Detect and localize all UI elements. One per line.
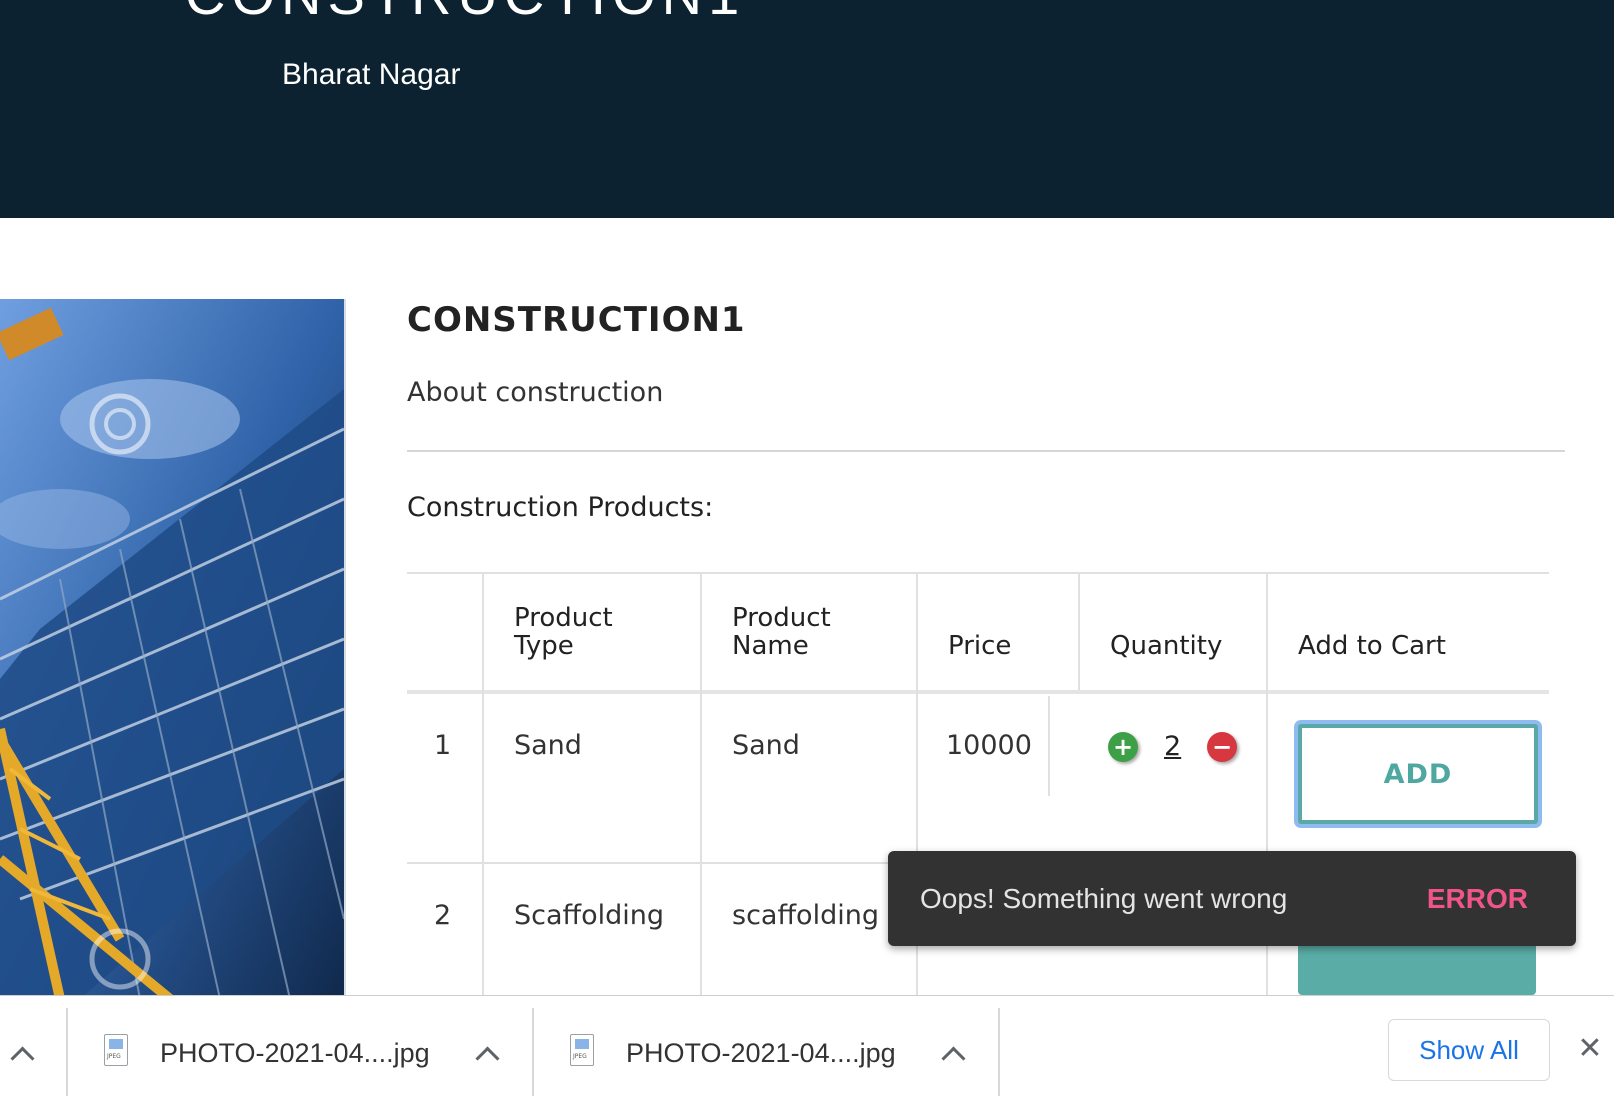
download-bar: JPEG PHOTO-2021-04....jpg JPEG PHOTO-202…: [0, 995, 1614, 1101]
shop-title: CONSTRUCTION1: [407, 300, 746, 340]
snackbar-message: Oops! Something went wrong: [920, 883, 1288, 914]
product-name-cell: Sand: [732, 730, 800, 761]
construction-photo: [0, 299, 346, 999]
column-header-add-to-cart: Add to Cart: [1298, 631, 1446, 661]
price-cell: 10000: [946, 730, 1032, 761]
snackbar-action[interactable]: ERROR: [1427, 883, 1528, 915]
table-col-border: [700, 572, 702, 995]
column-header-quantity: Quantity: [1110, 631, 1223, 661]
column-header-price: Price: [948, 631, 1012, 661]
products-heading: Construction Products:: [407, 492, 714, 523]
row-index: 1: [434, 730, 452, 761]
close-icon[interactable]: ✕: [1575, 1034, 1605, 1064]
table-header-border: [407, 690, 1549, 694]
divider: [407, 450, 1565, 452]
table-col-border: [1048, 696, 1050, 796]
chevron-up-icon[interactable]: [941, 1046, 966, 1071]
quantity-value: 2: [1164, 731, 1182, 762]
site-header: CONSTRUCTION1 Bharat Nagar: [0, 0, 1614, 218]
download-separator: [66, 1008, 68, 1096]
table-top-border: [407, 572, 1549, 574]
jpeg-file-icon: JPEG: [104, 1034, 128, 1066]
product-type-cell: Sand: [514, 730, 582, 761]
plus-icon[interactable]: +: [1108, 731, 1138, 762]
product-name-cell: scaffolding: [732, 900, 879, 931]
shop-about: About construction: [407, 377, 664, 408]
download-filename[interactable]: PHOTO-2021-04....jpg: [160, 1038, 430, 1069]
chevron-up-icon[interactable]: [475, 1046, 500, 1071]
header-title: CONSTRUCTION1: [185, 0, 745, 27]
add-to-cart-button[interactable]: ADD: [1298, 724, 1538, 824]
error-snackbar: Oops! Something went wrong ERROR: [888, 851, 1576, 946]
show-all-button[interactable]: Show All: [1388, 1019, 1550, 1081]
table-col-border: [1078, 572, 1080, 690]
download-separator: [998, 1008, 1000, 1096]
minus-icon[interactable]: −: [1207, 731, 1238, 762]
chevron-up-icon[interactable]: [10, 1046, 35, 1071]
quantity-stepper: + 2 −: [1108, 731, 1238, 762]
product-type-cell: Scaffolding: [514, 900, 665, 931]
header-location: Bharat Nagar: [282, 58, 461, 91]
column-header-product-name: Product Name: [732, 603, 831, 661]
table-col-border: [482, 572, 484, 995]
download-separator: [532, 1008, 534, 1096]
column-header-product-type: Product Type: [514, 603, 613, 661]
download-filename[interactable]: PHOTO-2021-04....jpg: [626, 1038, 896, 1069]
row-index: 2: [434, 900, 452, 931]
construction-photo-art: [0, 299, 344, 999]
jpeg-file-icon: JPEG: [570, 1034, 594, 1066]
